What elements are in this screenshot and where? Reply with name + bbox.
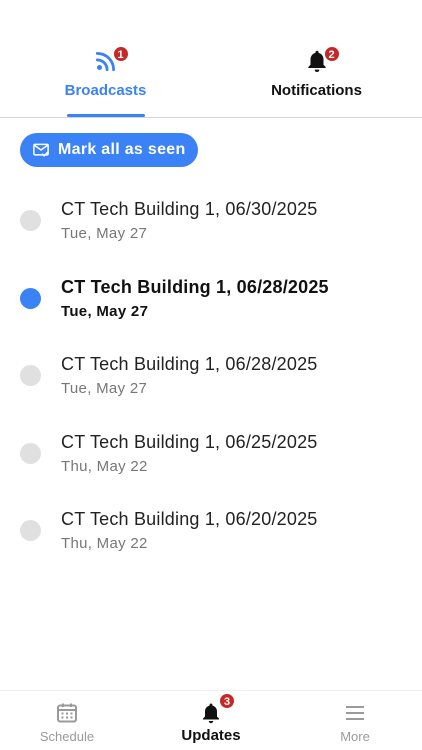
broadcasts-badge: 1 <box>112 46 129 62</box>
tab-notifications-label: Notifications <box>271 82 362 99</box>
item-date: Thu, May 22 <box>61 457 148 475</box>
updates-screen: 1 Broadcasts 2 Notifications Mark all as… <box>0 0 422 750</box>
more-icon-wrap <box>343 701 367 725</box>
read-indicator <box>20 365 41 386</box>
item-title: CT Tech Building 1, 06/28/2025 <box>61 354 318 374</box>
item-date: Thu, May 22 <box>61 535 148 552</box>
list-item[interactable]: CT Tech Building 1, 06/28/2025 Tue, May … <box>0 268 422 346</box>
updates-badge: 3 <box>219 693 235 709</box>
item-title: CT Tech Building 1, 06/20/2025 <box>61 509 318 529</box>
read-indicator <box>20 210 41 231</box>
unread-indicator <box>20 287 41 309</box>
broadcast-list: CT Tech Building 1, 06/30/2025 Tue, May … <box>0 190 422 578</box>
list-item[interactable]: CT Tech Building 1, 06/20/2025 Thu, May … <box>0 500 422 578</box>
tab-notifications[interactable]: 2 Notifications <box>211 46 422 118</box>
item-title: CT Tech Building 1, 06/30/2025 <box>61 199 318 219</box>
active-tab-indicator <box>67 114 145 117</box>
notifications-badge: 2 <box>323 46 340 62</box>
nav-more[interactable]: More <box>285 701 422 750</box>
bottom-nav: Schedule 3 Updates More <box>0 690 422 750</box>
mark-all-seen-button[interactable]: Mark all as seen <box>20 133 198 167</box>
nav-schedule-label: Schedule <box>39 729 95 744</box>
mark-all-seen-label: Mark all as seen <box>58 141 186 158</box>
list-item[interactable]: CT Tech Building 1, 06/30/2025 Tue, May … <box>0 190 422 268</box>
item-title: CT Tech Building 1, 06/28/2025 <box>61 276 329 297</box>
mail-check-icon <box>33 143 49 157</box>
item-title: CT Tech Building 1, 06/25/2025 <box>61 431 318 452</box>
nav-more-label: More <box>340 729 370 744</box>
list-item[interactable]: CT Tech Building 1, 06/25/2025 Thu, May … <box>0 423 422 501</box>
menu-icon <box>346 706 364 720</box>
nav-updates[interactable]: 3 Updates <box>141 693 281 750</box>
schedule-icon-wrap <box>55 701 79 725</box>
broadcasts-icon-wrap: 1 <box>93 46 129 74</box>
calendar-icon <box>57 703 77 723</box>
notifications-icon-wrap: 2 <box>304 46 340 74</box>
tab-broadcasts[interactable]: 1 Broadcasts <box>0 46 211 118</box>
read-indicator <box>20 520 41 541</box>
nav-updates-label: Updates <box>181 727 241 744</box>
read-indicator <box>20 442 41 464</box>
updates-icon-wrap: 3 <box>199 693 235 725</box>
list-item[interactable]: CT Tech Building 1, 06/28/2025 Tue, May … <box>0 345 422 423</box>
nav-schedule[interactable]: Schedule <box>0 701 137 750</box>
item-date: Tue, May 27 <box>61 225 148 242</box>
tab-broadcasts-label: Broadcasts <box>64 82 147 99</box>
item-date: Tue, May 27 <box>61 302 149 320</box>
item-date: Tue, May 27 <box>61 380 148 397</box>
top-tabs: 1 Broadcasts 2 Notifications <box>0 0 422 118</box>
